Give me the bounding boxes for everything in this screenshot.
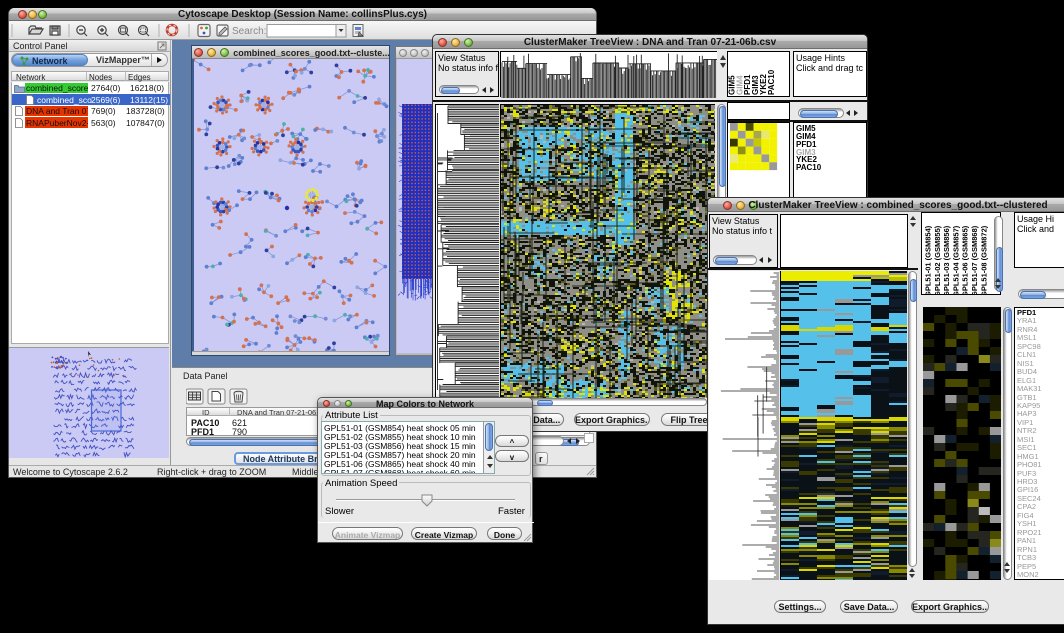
svg-text:GPL51-01 (GSM854): GPL51-01 (GSM854) [924,225,933,295]
svg-text:GPL51-06 (GSM865): GPL51-06 (GSM865) [961,225,970,295]
svg-text:GPL51-03 (GSM856): GPL51-03 (GSM856) [942,225,951,295]
svg-text:GPL51-02 (GSM855): GPL51-02 (GSM855) [933,225,942,295]
svg-text:GPL51-04 (GSM857): GPL51-04 (GSM857) [951,225,960,295]
svg-text:GPL51-07 (GSM868): GPL51-07 (GSM868) [970,225,979,295]
svg-text:GPL51-08 (GSM872): GPL51-08 (GSM872) [979,225,988,295]
svg-text:PAC10: PAC10 [767,69,776,95]
svg-text:Search:: Search: [232,26,266,37]
